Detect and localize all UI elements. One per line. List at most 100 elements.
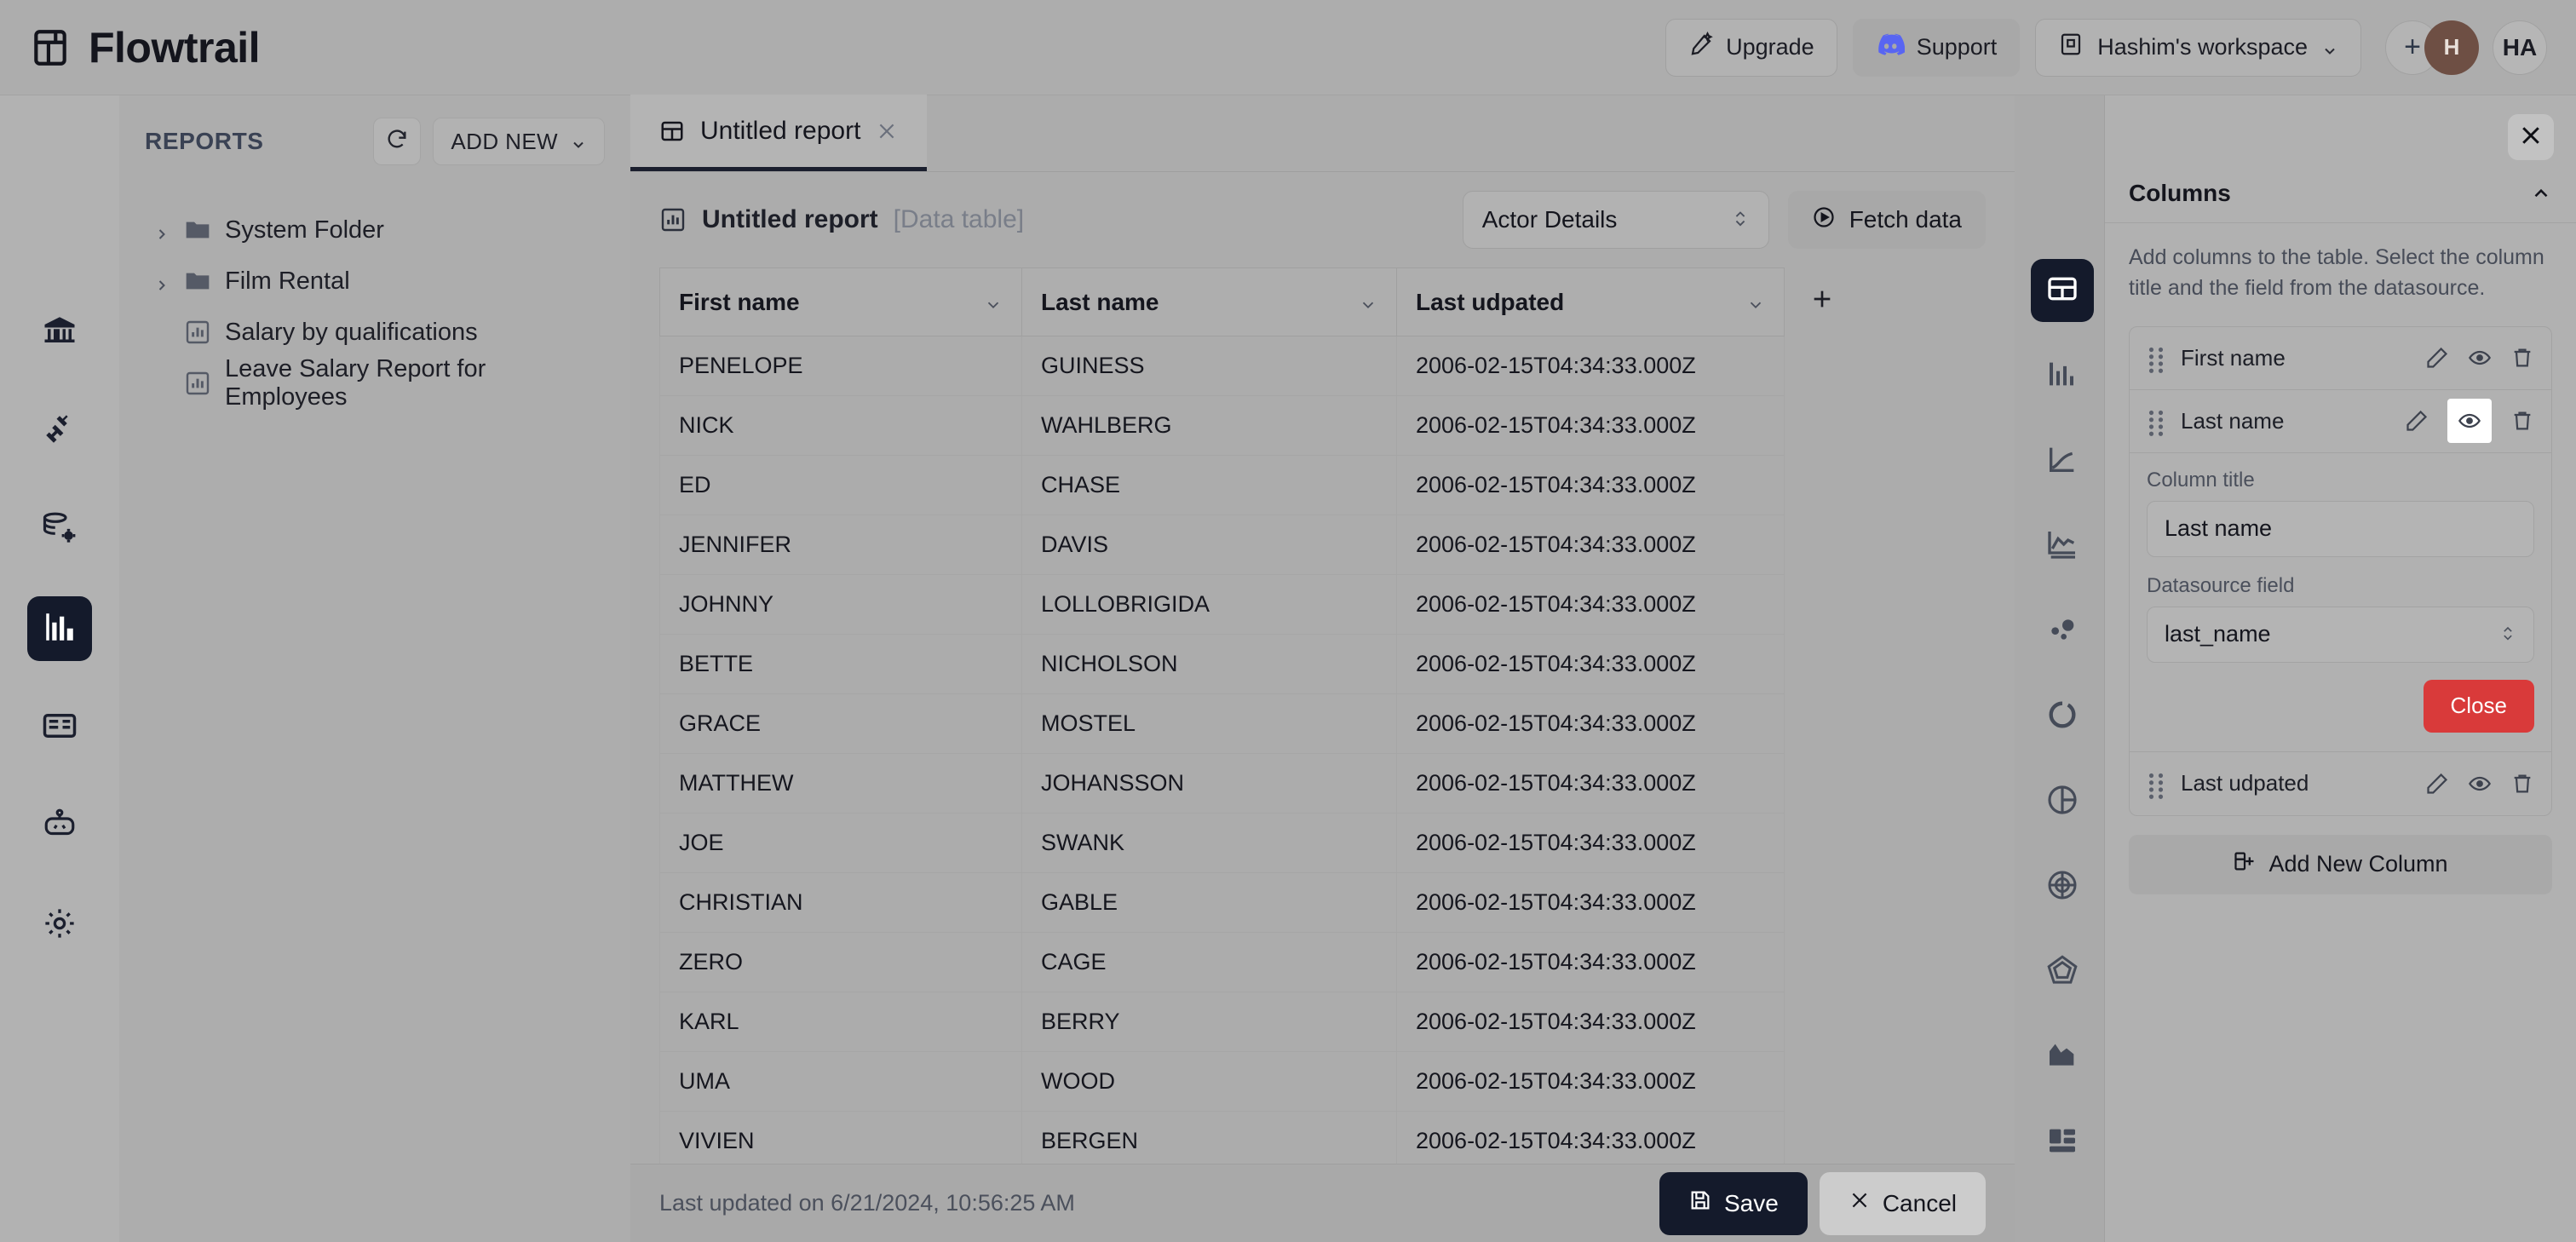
table-cell-spacer [1785, 992, 1861, 1052]
sidebar-item-reports[interactable] [27, 596, 92, 661]
table-grid-icon [659, 118, 685, 144]
add-column-button[interactable] [1803, 284, 1841, 321]
eye-visibility-icon[interactable] [2468, 346, 2492, 370]
table-cell: 2006-02-15T04:34:33.000Z [1396, 992, 1785, 1052]
table-header-last-name[interactable]: Last name [1021, 267, 1397, 336]
drag-handle-icon[interactable] [2147, 771, 2165, 799]
column-row-last-updated[interactable]: Last udpated [2130, 752, 2551, 815]
chart-type-radar[interactable] [2031, 855, 2094, 918]
brand[interactable]: Flowtrail [29, 23, 261, 72]
table-header-first-name[interactable]: First name [659, 267, 1022, 336]
sidebar-item-connections[interactable] [27, 399, 92, 463]
column-title-label: Column title [2147, 468, 2255, 492]
refresh-button[interactable] [373, 118, 422, 165]
table-row[interactable]: JOHNNY LOLLOBRIGIDA 2006-02-15T04:34:33.00… [659, 574, 1861, 635]
drag-handle-icon[interactable] [2147, 345, 2165, 373]
table-row[interactable]: PENELOPE GUINESS 2006-02-15T04:34:33.000Z [659, 336, 1861, 396]
sidebar-item-dashboards[interactable] [27, 695, 92, 760]
table-row[interactable]: JENNIFER DAVIS 2006-02-15T04:34:33.000Z [659, 515, 1861, 575]
delete-trash-icon[interactable] [2510, 409, 2534, 433]
table-row[interactable]: UMA WOOD 2006-02-15T04:34:33.000Z [659, 1051, 1861, 1112]
column-title-input[interactable]: Last name [2147, 500, 2534, 557]
table-cell: 2006-02-15T04:34:33.000Z [1396, 455, 1785, 515]
page-title: Untitled report [702, 205, 878, 233]
chart-type-donut[interactable] [2031, 685, 2094, 748]
tab-bar: Untitled report [630, 95, 2015, 172]
cancel-button[interactable]: Cancel [1819, 1171, 1986, 1235]
data-table: First name Last name Last udpated PENELO… [659, 267, 1861, 1171]
sidebar-item-settings[interactable] [27, 893, 92, 957]
add-new-column-button[interactable]: Add New Column [2129, 834, 2552, 894]
tab-untitled-report[interactable]: Untitled report [630, 95, 928, 171]
table-row[interactable]: CHRISTIAN GABLE 2006-02-15T04:34:33.000Z [659, 872, 1861, 933]
table-body: PENELOPE GUINESS 2006-02-15T04:34:33.000Z N… [659, 336, 1861, 1171]
editor-close-button[interactable]: Close [2423, 679, 2534, 733]
tree-item-film-rental[interactable]: Film Rental [145, 256, 605, 307]
add-new-button[interactable]: ADD NEW [433, 118, 605, 165]
table-cell-spacer [1785, 1112, 1861, 1171]
sidebar-item-home[interactable] [27, 300, 92, 365]
add-new-column-label: Add New Column [2268, 851, 2448, 877]
table-cell: ED [659, 455, 1022, 515]
support-button[interactable]: Support [1852, 18, 2021, 77]
table-cell: 2006-02-15T04:34:33.000Z [1396, 1051, 1785, 1112]
chart-type-line[interactable] [2031, 429, 2094, 492]
chart-type-pie[interactable] [2031, 770, 2094, 833]
table-row[interactable]: MATTHEW JOHANSSON 2006-02-15T04:34:33.000Z [659, 753, 1861, 814]
chart-type-table[interactable] [2031, 259, 2094, 322]
table-row[interactable]: BETTE NICHOLSON 2006-02-15T04:34:33.000Z [659, 634, 1861, 694]
save-button[interactable]: Save [1659, 1171, 1808, 1235]
chart-type-area[interactable] [2031, 1026, 2094, 1089]
table-row[interactable]: ZERO CAGE 2006-02-15T04:34:33.000Z [659, 932, 1861, 992]
chevron-down-icon[interactable] [1359, 293, 1377, 312]
column-row-first-name[interactable]: First name [2130, 327, 2551, 390]
workspace-switcher[interactable]: Hashim's workspace [2035, 18, 2361, 77]
left-nav-rail [0, 95, 119, 1242]
delete-trash-icon[interactable] [2510, 346, 2534, 370]
chart-type-bar[interactable] [2031, 344, 2094, 407]
upgrade-button[interactable]: Upgrade [1665, 18, 1837, 77]
edit-pencil-icon[interactable] [2425, 346, 2449, 370]
chart-type-stepped-line[interactable] [2031, 515, 2094, 578]
table-row[interactable]: VIVIEN BERGEN 2006-02-15T04:34:33.000Z [659, 1111, 1861, 1171]
chart-type-polar[interactable] [2031, 940, 2094, 1003]
table-row[interactable]: JOE SWANK 2006-02-15T04:34:33.000Z [659, 813, 1861, 873]
datasource-field-select[interactable]: last_name [2147, 606, 2534, 663]
table-cell: 2006-02-15T04:34:33.000Z [1396, 515, 1785, 575]
tree-item-leave-salary-report[interactable]: Leave Salary Report for Employees [145, 355, 605, 411]
column-row-last-name[interactable]: Last name [2130, 390, 2551, 453]
chevron-up-icon[interactable] [2530, 182, 2552, 204]
tree-item-salary-by-qualifications[interactable]: Salary by qualifications [145, 307, 605, 358]
table-row[interactable]: ED CHASE 2006-02-15T04:34:33.000Z [659, 455, 1861, 515]
datasource-field-label: Datasource field [2147, 573, 2295, 597]
eye-visibility-icon[interactable] [2468, 772, 2492, 796]
datasource-select[interactable]: Actor Details [1462, 191, 1769, 249]
avatar-user[interactable]: HA [2493, 20, 2547, 75]
table-row[interactable]: NICK WAHLBERG 2006-02-15T04:34:33.000Z [659, 395, 1861, 456]
columns-panel-header[interactable]: Columns [2105, 164, 2576, 223]
table-cell: 2006-02-15T04:34:33.000Z [1396, 693, 1785, 754]
close-panel-button[interactable] [2508, 114, 2554, 160]
chevron-down-icon[interactable] [984, 293, 1003, 312]
sidebar-item-ai-assistant[interactable] [27, 794, 92, 859]
eye-visibility-icon[interactable] [2447, 399, 2492, 443]
tree-item-label: Leave Salary Report for Employees [225, 355, 486, 411]
drag-handle-icon[interactable] [2147, 408, 2165, 436]
sidebar-item-datasources[interactable] [27, 497, 92, 562]
delete-trash-icon[interactable] [2510, 772, 2534, 796]
table-row[interactable]: KARL BERRY 2006-02-15T04:34:33.000Z [659, 992, 1861, 1052]
chevron-down-icon[interactable] [1746, 293, 1765, 312]
fetch-data-button[interactable]: Fetch data [1787, 191, 1986, 249]
edit-pencil-icon[interactable] [2425, 772, 2449, 796]
edit-pencil-icon[interactable] [2405, 409, 2429, 433]
table-cell-spacer [1785, 456, 1861, 515]
tree-item-system-folder[interactable]: System Folder [145, 204, 605, 256]
avatar-member[interactable]: H [2424, 20, 2479, 75]
table-row[interactable]: GRACE MOSTEL 2006-02-15T04:34:33.000Z [659, 693, 1861, 754]
reports-panel-header: REPORTS ADD NEW [145, 118, 605, 165]
chart-type-scatter[interactable] [2031, 600, 2094, 663]
close-icon[interactable] [876, 120, 898, 142]
chart-type-kpi-cards[interactable] [2031, 1111, 2094, 1174]
table-header-last-updated[interactable]: Last udpated [1396, 267, 1785, 336]
table-header-label: Last udpated [1416, 288, 1565, 315]
